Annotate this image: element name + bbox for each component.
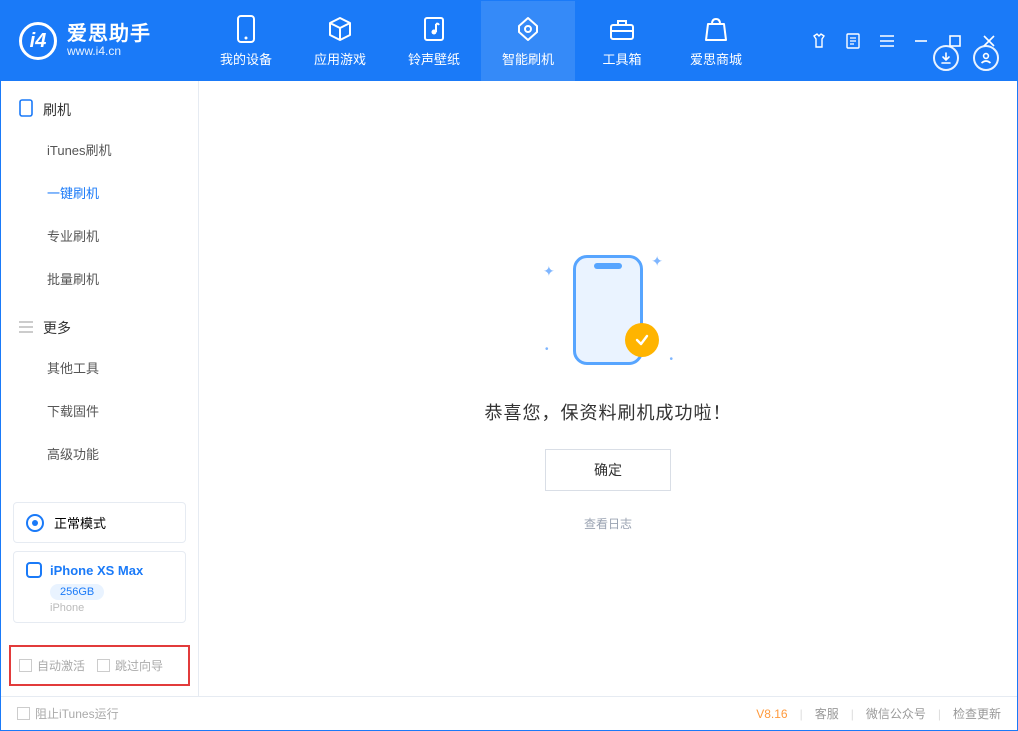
tab-toolbox[interactable]: 工具箱 — [575, 1, 669, 81]
mode-label: 正常模式 — [54, 513, 106, 532]
sidebar-group-title: 更多 — [43, 318, 71, 338]
status-link-support[interactable]: 客服 — [815, 705, 839, 722]
bottom-options-highlight: 自动激活 跳过向导 — [9, 645, 190, 686]
sidebar-group-flash: 刷机 — [1, 81, 198, 128]
music-icon — [420, 15, 448, 43]
sidebar-group-title: 刷机 — [43, 100, 71, 120]
tab-label: 工具箱 — [602, 49, 641, 68]
tab-label: 应用游戏 — [314, 49, 366, 68]
status-link-update[interactable]: 检查更新 — [953, 705, 1001, 722]
main-content: ✦ ✦ • • 恭喜您，保资料刷机成功啦！ 确定 查看日志 — [199, 81, 1017, 696]
status-link-wechat[interactable]: 微信公众号 — [866, 705, 926, 722]
bag-icon — [702, 15, 730, 43]
sidebar-item-download-firmware[interactable]: 下载固件 — [1, 389, 198, 432]
checkbox-auto-activate[interactable]: 自动激活 — [19, 657, 85, 674]
check-badge-icon — [625, 323, 659, 357]
phone-outline-icon — [19, 99, 33, 120]
toolbox-icon — [608, 15, 636, 43]
checkbox-skip-guide[interactable]: 跳过向导 — [97, 657, 163, 674]
tabs: 我的设备 应用游戏 铃声壁纸 智能刷机 工具箱 爱思商城 — [199, 1, 809, 81]
tab-smart-flash[interactable]: 智能刷机 — [481, 1, 575, 81]
shirt-icon[interactable] — [809, 31, 829, 51]
sidebar-item-other-tools[interactable]: 其他工具 — [1, 346, 198, 389]
tab-label: 智能刷机 — [502, 49, 554, 68]
titlebar: i4 爱思助手 www.i4.cn 我的设备 应用游戏 铃声壁纸 智能刷机 — [1, 1, 1017, 81]
note-icon[interactable] — [843, 31, 863, 51]
device-name: iPhone XS Max — [50, 563, 143, 578]
view-log-link[interactable]: 查看日志 — [584, 515, 632, 532]
device-icon — [26, 562, 42, 578]
app-name-cn: 爱思助手 — [67, 23, 151, 45]
flash-icon — [514, 15, 542, 43]
sparkle-icon: ✦ — [543, 263, 555, 280]
success-illustration: ✦ ✦ • • — [543, 245, 673, 375]
checkbox-label: 跳过向导 — [115, 657, 163, 674]
sparkle-icon: • — [669, 354, 673, 365]
tab-label: 铃声壁纸 — [408, 49, 460, 68]
sidebar-item-itunes-flash[interactable]: iTunes刷机 — [1, 128, 198, 171]
menu-icon[interactable] — [877, 31, 897, 51]
mode-card[interactable]: 正常模式 — [13, 502, 186, 543]
checkbox-icon — [17, 707, 30, 720]
sidebar-item-batch-flash[interactable]: 批量刷机 — [1, 257, 198, 300]
device-type: iPhone — [50, 602, 173, 614]
sidebar-item-one-click-flash[interactable]: 一键刷机 — [1, 171, 198, 214]
checkbox-icon — [97, 659, 110, 672]
tab-apps-games[interactable]: 应用游戏 — [293, 1, 387, 81]
list-icon — [19, 320, 33, 336]
tab-label: 我的设备 — [220, 49, 272, 68]
tab-my-device[interactable]: 我的设备 — [199, 1, 293, 81]
device-card[interactable]: iPhone XS Max 256GB iPhone — [13, 551, 186, 623]
body: 刷机 iTunes刷机 一键刷机 专业刷机 批量刷机 更多 其他工具 下载固件 … — [1, 81, 1017, 696]
success-message: 恭喜您，保资料刷机成功啦！ — [485, 399, 732, 425]
sidebar-group-more: 更多 — [1, 300, 198, 346]
tab-store[interactable]: 爱思商城 — [669, 1, 763, 81]
cube-icon — [326, 15, 354, 43]
sparkle-icon: • — [545, 344, 549, 355]
app-name-en: www.i4.cn — [67, 45, 151, 58]
user-button[interactable] — [973, 45, 999, 71]
minimize-button[interactable] — [911, 31, 931, 51]
device-icon — [232, 15, 260, 43]
sparkle-icon: ✦ — [651, 253, 663, 270]
logo: i4 爱思助手 www.i4.cn — [1, 22, 199, 60]
version-label: V8.16 — [756, 707, 787, 721]
sidebar: 刷机 iTunes刷机 一键刷机 专业刷机 批量刷机 更多 其他工具 下载固件 … — [1, 81, 199, 696]
tab-ringtones-wallpapers[interactable]: 铃声壁纸 — [387, 1, 481, 81]
mode-icon — [26, 514, 44, 532]
app-window: i4 爱思助手 www.i4.cn 我的设备 应用游戏 铃声壁纸 智能刷机 — [0, 0, 1018, 731]
logo-icon: i4 — [19, 22, 57, 60]
ok-button[interactable]: 确定 — [545, 449, 671, 491]
checkbox-label: 自动激活 — [37, 657, 85, 674]
sidebar-item-advanced[interactable]: 高级功能 — [1, 432, 198, 475]
checkbox-block-itunes[interactable]: 阻止iTunes运行 — [17, 705, 119, 722]
checkbox-label: 阻止iTunes运行 — [35, 705, 119, 722]
storage-badge: 256GB — [50, 584, 104, 600]
checkbox-icon — [19, 659, 32, 672]
download-button[interactable] — [933, 45, 959, 71]
tab-label: 爱思商城 — [690, 49, 742, 68]
statusbar: 阻止iTunes运行 V8.16 | 客服 | 微信公众号 | 检查更新 — [1, 696, 1017, 730]
sidebar-item-pro-flash[interactable]: 专业刷机 — [1, 214, 198, 257]
